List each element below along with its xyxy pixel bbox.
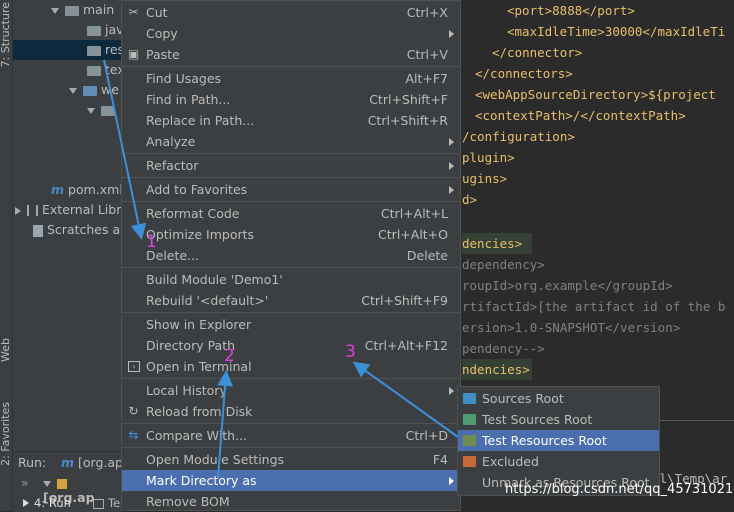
annotation-overlay — [103, 59, 459, 479]
annotation-arrow-2 — [217, 370, 234, 479]
watermark-text: https://blog.csdn.net/qq_45731021 — [505, 482, 734, 497]
annotation-number-2: 2 — [224, 346, 235, 366]
annotation-number-1: 1 — [146, 232, 157, 252]
annotation-arrow-3 — [352, 361, 459, 438]
annotation-number-3: 3 — [345, 342, 356, 362]
annotation-arrow-1 — [103, 59, 147, 240]
